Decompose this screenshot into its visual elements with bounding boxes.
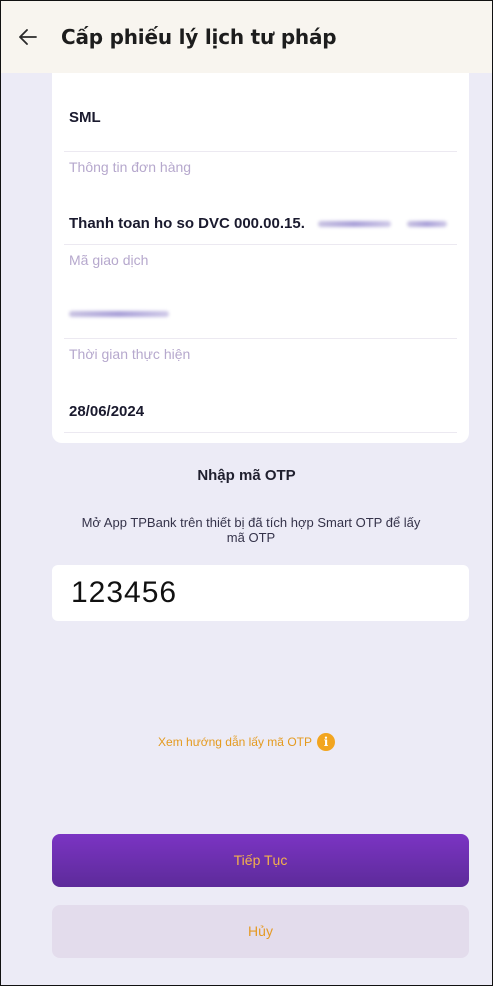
divider [64, 151, 457, 152]
top-bar: Cấp phiếu lý lịch tư pháp [1, 1, 492, 73]
otp-guide-label: Xem hướng dẫn lấy mã OTP [158, 735, 312, 749]
order-info-value: Thanh toan ho so DVC 000.00.15. [69, 215, 305, 232]
transaction-details-card: SML Thông tin đơn hàng Thanh toan ho so … [52, 73, 469, 443]
redacted-text [407, 221, 447, 227]
redacted-text [318, 221, 391, 227]
cancel-button[interactable]: Hủy [52, 905, 469, 958]
time-value: 28/06/2024 [69, 403, 145, 420]
order-info-label: Thông tin đơn hàng [69, 159, 192, 175]
divider [64, 244, 457, 245]
info-icon: i [316, 733, 335, 751]
otp-guide-link[interactable]: Xem hướng dẫn lấy mã OTP i [1, 733, 492, 751]
redacted-text [69, 311, 169, 317]
otp-input[interactable] [52, 565, 469, 621]
page-title: Cấp phiếu lý lịch tư pháp [61, 25, 337, 49]
time-label: Thời gian thực hiện [69, 346, 191, 362]
arrow-left-icon[interactable] [19, 25, 51, 49]
otp-title: Nhập mã OTP [197, 467, 296, 484]
divider [64, 338, 457, 339]
otp-description: Mở App TPBank trên thiết bị đã tích hợp … [81, 515, 421, 545]
divider [64, 432, 457, 433]
app-screen: Cấp phiếu lý lịch tư pháp SML Thông tin … [0, 0, 493, 986]
continue-button[interactable]: Tiếp Tục [52, 834, 469, 887]
transaction-code-label: Mã giao dịch [69, 252, 149, 268]
provider-value: SML [69, 109, 101, 126]
